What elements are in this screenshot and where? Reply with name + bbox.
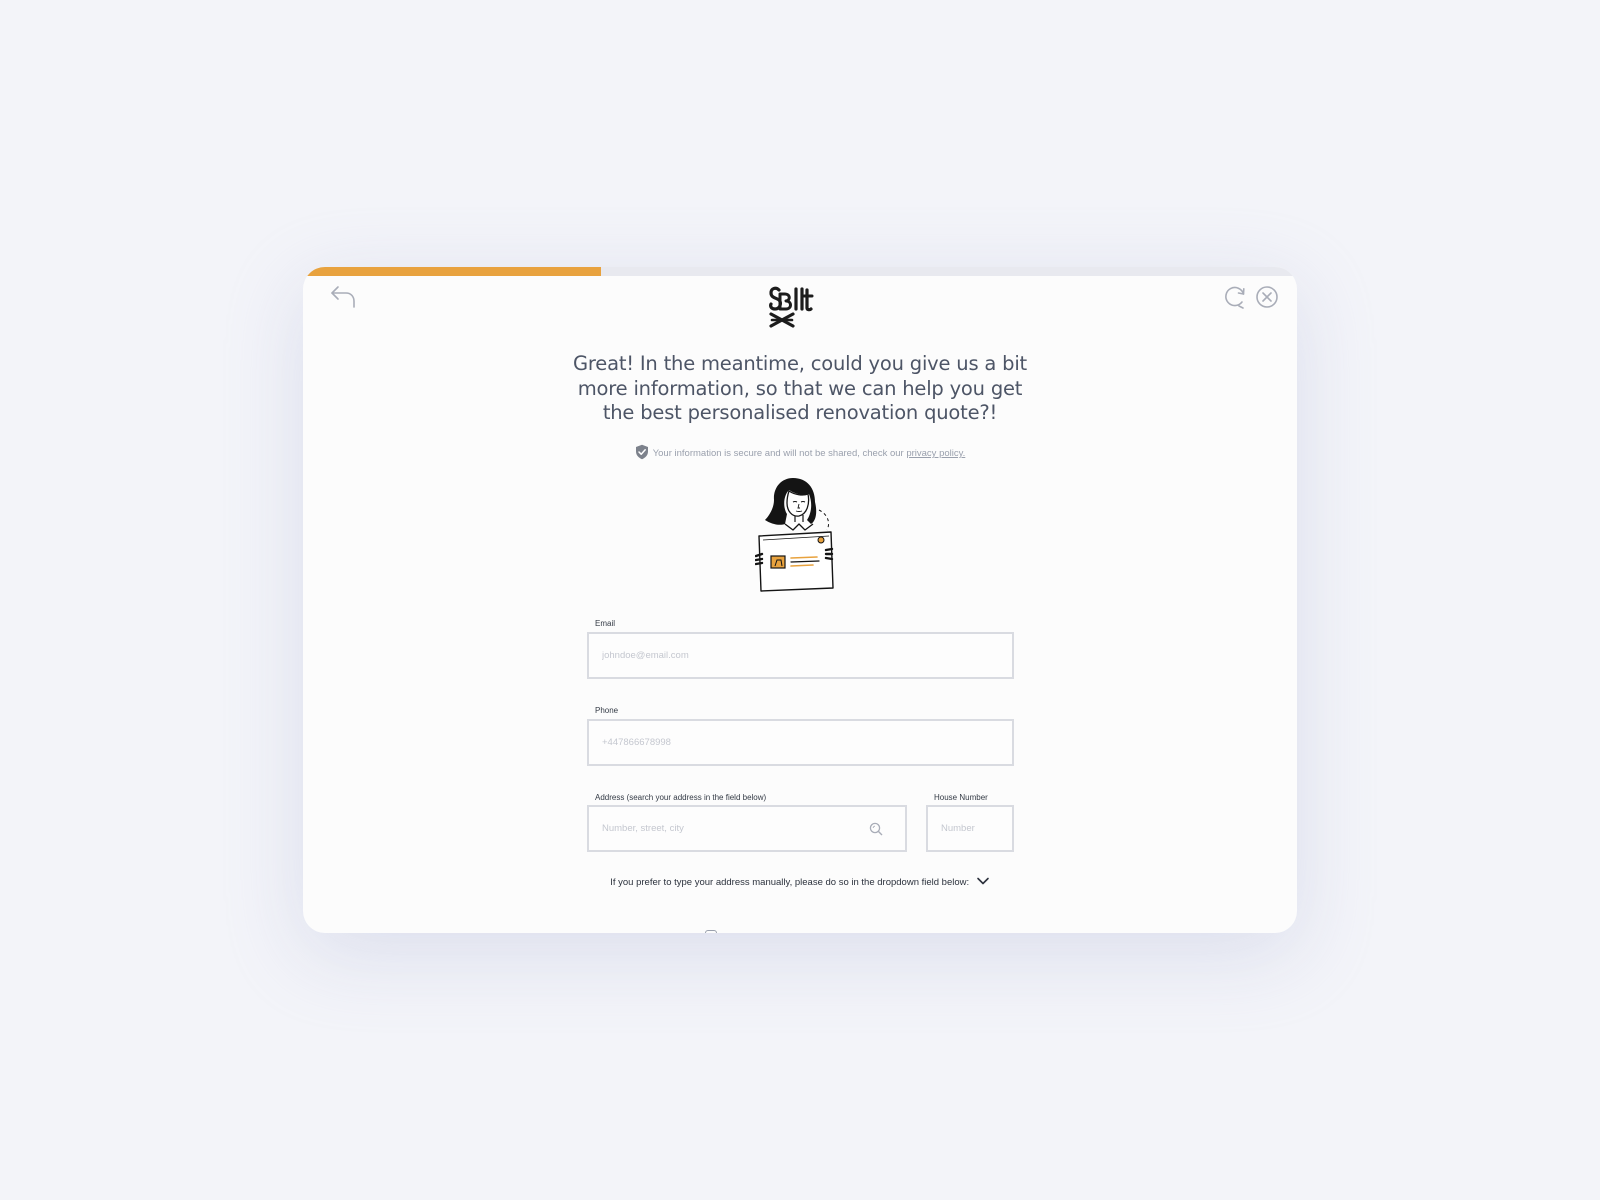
- close-icon: [1256, 286, 1278, 308]
- close-button[interactable]: [1254, 284, 1280, 310]
- email-input[interactable]: [602, 634, 995, 677]
- phone-field-box: [587, 719, 1014, 766]
- form-modal: Bilt Great! In the meantime, could you g…: [303, 267, 1297, 933]
- phone-input[interactable]: [602, 721, 995, 764]
- logo-text: Bilt: [815, 284, 816, 285]
- progress-bar-fill: [303, 267, 602, 276]
- email-label: Email: [595, 619, 616, 628]
- email-field-box: [587, 632, 1014, 679]
- privacy-policy-link[interactable]: privacy policy.: [906, 448, 965, 459]
- restart-button[interactable]: [1222, 284, 1248, 310]
- refresh-icon: [1225, 286, 1245, 309]
- shield-check-icon: [635, 444, 648, 460]
- page-headline: Great! In the meantime, could you give u…: [572, 352, 1028, 424]
- manual-address-text: If you prefer to type your address manua…: [610, 877, 970, 888]
- back-arrow-icon: [331, 286, 355, 308]
- bilt-logo: Bilt: [767, 284, 815, 328]
- address-field-box: [587, 805, 907, 852]
- house-number-input[interactable]: [941, 807, 995, 850]
- address-search-input[interactable]: [602, 807, 888, 850]
- progress-bar: [303, 267, 1297, 276]
- back-button[interactable]: [329, 284, 359, 310]
- chevron-down-icon: [976, 878, 989, 885]
- woman-holding-id-card-illustration: [754, 474, 839, 594]
- search-icon[interactable]: [869, 822, 883, 836]
- manual-address-toggle[interactable]: If you prefer to type your address manua…: [303, 877, 1297, 888]
- house-number-field-box: [926, 805, 1014, 852]
- phone-label: Phone: [595, 706, 619, 715]
- address-label: Address (search your address in the fiel…: [595, 793, 767, 802]
- security-notice-text: Your information is secure and will not …: [652, 448, 907, 460]
- consent-checkbox[interactable]: [705, 930, 717, 933]
- house-number-label: House Number: [934, 793, 988, 802]
- security-notice: Your information is secure and will not …: [303, 444, 1297, 460]
